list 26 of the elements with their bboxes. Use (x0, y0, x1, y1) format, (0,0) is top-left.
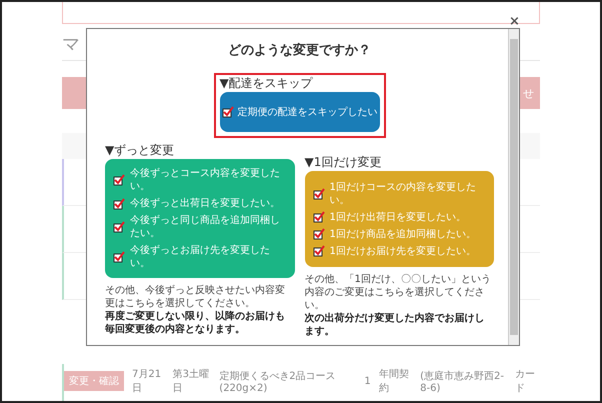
dialog-title: どのような変更ですか？ (228, 42, 371, 59)
option-link[interactable]: 1回だけ出荷日を変更したい。 (312, 210, 486, 224)
section-heading: ▼ずっと変更 (105, 142, 176, 159)
scrollbar[interactable] (508, 29, 519, 345)
table-cell-text: カード (514, 368, 536, 395)
note-text: その他、「1回だけ、〇〇したい」という内容のご変更はこちらを選択してください。 (304, 273, 492, 312)
table-cell-text: 第3土曜日 (172, 368, 210, 395)
change-confirm-button[interactable]: 変更・確認 (64, 371, 124, 391)
option-link[interactable]: 1回だけお届け先を変更したい。 (312, 244, 486, 258)
table-cell-text: 年間契約 (378, 368, 410, 395)
note-text: 再度ご変更しない限り、以降のお届けも毎回変更後の内容となります。 (105, 310, 286, 336)
option-link[interactable]: 今後ずっとコース内容を変更したい。 (113, 167, 286, 193)
option-link[interactable]: 今後ずっと出荷日を変更したい。 (113, 197, 286, 210)
option-link[interactable]: 1回だけコースの内容を変更したい。 (312, 180, 486, 206)
option-link[interactable]: 今後ずっと同じ商品を追加同梱したい。 (113, 214, 286, 240)
section-heading: ▼配達をスキップ (220, 75, 314, 92)
table-cell: 1 (364, 376, 371, 386)
section-heading: ▼1回だけ変更 (304, 154, 382, 171)
table-cell-text: 7月21日 (132, 368, 162, 395)
option-link[interactable]: 今後ずっとお届け先を変更したい。 (113, 244, 286, 270)
skip-delivery-button[interactable]: 定期便の配達をスキップしたい (220, 92, 380, 132)
note-text: 次の出荷分だけ変更した内容でお届けします。 (304, 312, 486, 338)
table-cell-text: 定期便くるべき2品コース(220g×2) (219, 370, 337, 394)
table-cell-text: (恵庭市恵み野西2-8-6) (420, 370, 505, 394)
option-link[interactable]: 1回だけ商品を追加同梱したい。 (312, 228, 486, 240)
note-text: その他、今後ずっと反映させたい内容変更はこちらを選択してください。 (105, 284, 286, 310)
